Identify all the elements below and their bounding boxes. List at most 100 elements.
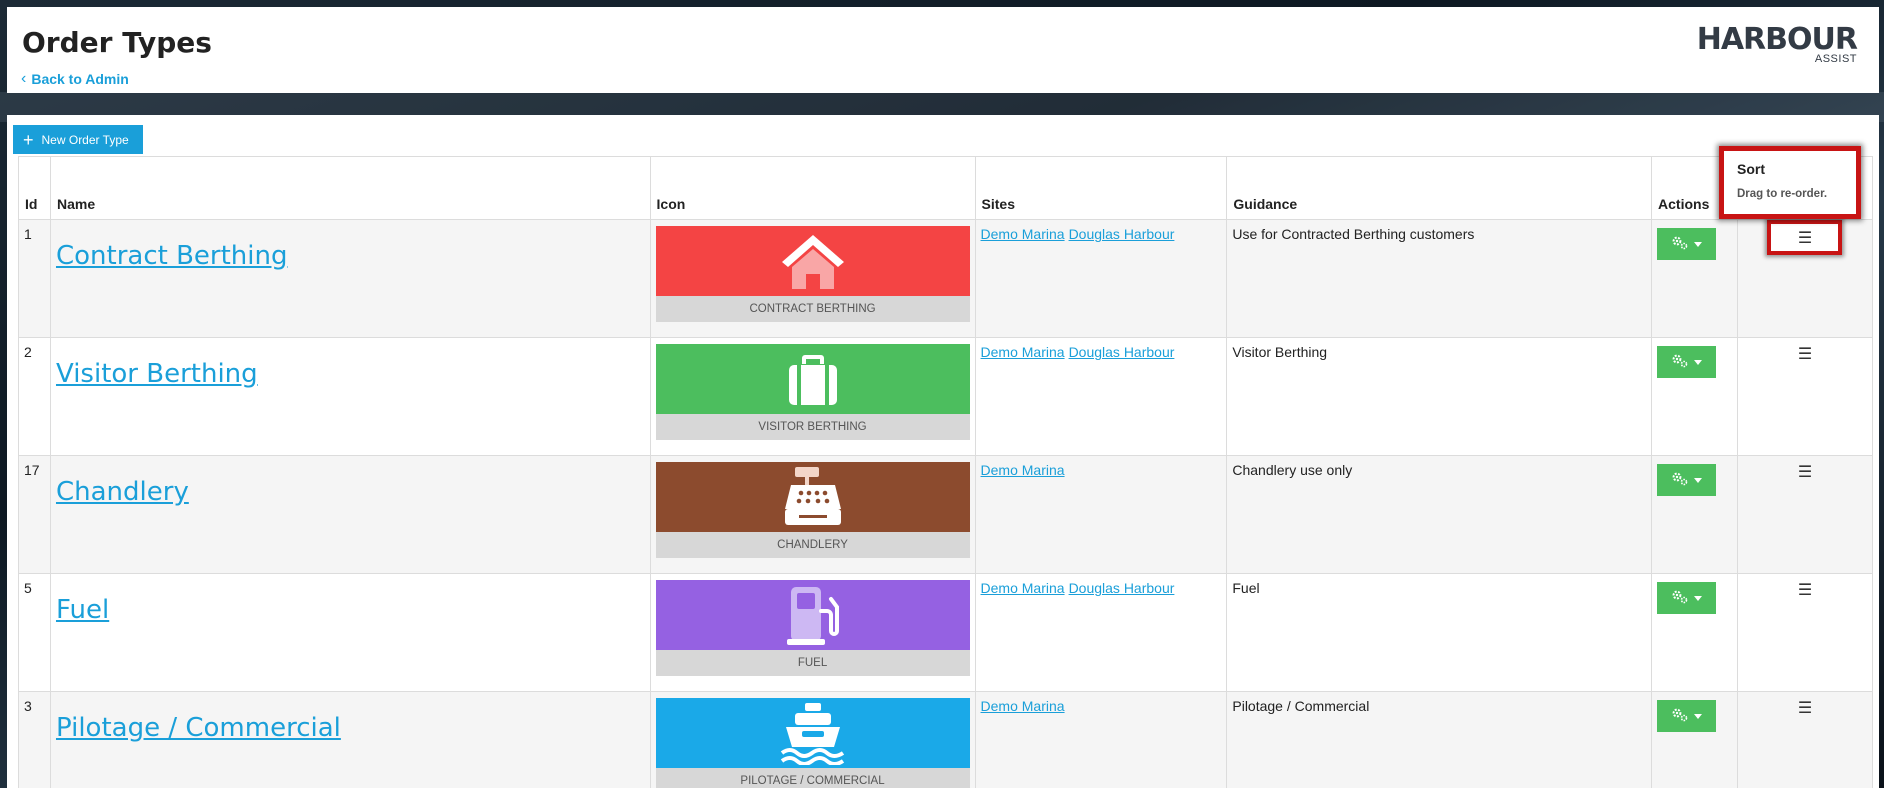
- column-header-sites[interactable]: Sites: [974, 156, 1228, 220]
- order-type-name-link[interactable]: Contract Berthing: [56, 241, 645, 271]
- back-to-admin-link[interactable]: ‹ Back to Admin: [21, 70, 129, 88]
- actions-dropdown-button[interactable]: [1657, 228, 1717, 260]
- cell-icon: CHANDLERY: [649, 455, 976, 574]
- gears-icon: [1671, 472, 1689, 489]
- cell-sites: Demo Marina: [974, 691, 1228, 788]
- cell-actions: [1651, 337, 1738, 456]
- actions-dropdown-button[interactable]: [1657, 346, 1717, 378]
- table-row[interactable]: 2 Visitor Berthing VISITOR BERTHING Demo…: [18, 337, 1874, 456]
- guidance-text: Use for Contracted Berthing customers: [1232, 226, 1475, 242]
- cell-id: 1: [18, 219, 51, 338]
- gears-icon: [1671, 236, 1689, 253]
- suitcase-icon: [655, 344, 970, 414]
- drag-handle-icon[interactable]: ☰: [1743, 344, 1867, 364]
- order-type-name-link[interactable]: Chandlery: [56, 477, 645, 507]
- site-link[interactable]: Douglas Harbour: [1069, 580, 1175, 596]
- actions-dropdown-button[interactable]: [1657, 582, 1717, 614]
- site-link[interactable]: Demo Marina: [981, 344, 1065, 360]
- order-type-icon-tile: CHANDLERY: [655, 462, 970, 558]
- logo-main-text: HARBOUR: [1696, 22, 1858, 57]
- cell-id: 3: [18, 691, 51, 788]
- drag-handle-icon[interactable]: ☰: [1767, 220, 1843, 255]
- order-type-name-link[interactable]: Visitor Berthing: [56, 359, 645, 389]
- order-type-name-link[interactable]: Pilotage / Commercial: [56, 713, 645, 743]
- gears-icon: [1671, 354, 1689, 371]
- icon-caption: PILOTAGE / COMMERCIAL: [655, 768, 970, 788]
- cell-actions: [1651, 691, 1738, 788]
- table-row[interactable]: 1 Contract Berthing CONTRACT BERTHING De…: [18, 219, 1874, 338]
- cell-actions: [1651, 219, 1738, 338]
- cell-actions: [1651, 573, 1738, 692]
- cell-sites: Demo Marina Douglas Harbour: [974, 573, 1228, 692]
- cell-id: 17: [18, 455, 51, 574]
- table-row[interactable]: 3 Pilotage / Commercial PILOTAGE / COMME…: [18, 691, 1874, 788]
- site-link[interactable]: Demo Marina: [981, 698, 1065, 714]
- order-types-table: Id Name Icon Sites Guidance Actions 1 Co…: [18, 156, 1874, 788]
- cell-sites: Demo Marina: [974, 455, 1228, 574]
- sort-column-header-highlight: Sort Drag to re-order.: [1719, 146, 1861, 219]
- order-type-icon-tile: PILOTAGE / COMMERCIAL: [655, 698, 970, 788]
- site-link[interactable]: Demo Marina: [981, 580, 1065, 596]
- guidance-text: Chandlery use only: [1232, 462, 1353, 478]
- drag-handle-icon[interactable]: ☰: [1743, 462, 1867, 482]
- site-link[interactable]: Douglas Harbour: [1069, 344, 1175, 360]
- cash-register-icon: [655, 462, 970, 532]
- gears-icon: [1671, 708, 1689, 725]
- order-type-name-link[interactable]: Fuel: [56, 595, 645, 625]
- guidance-text: Visitor Berthing: [1232, 344, 1328, 360]
- cell-id: 2: [18, 337, 51, 456]
- icon-caption: CONTRACT BERTHING: [655, 296, 970, 322]
- page-header: Order Types ‹ Back to Admin HARBOUR ASSI…: [7, 7, 1879, 93]
- sort-header-title: Sort: [1737, 161, 1765, 177]
- cell-sort: ☰: [1736, 691, 1874, 788]
- cell-actions: [1651, 455, 1738, 574]
- guidance-text: Pilotage / Commercial: [1232, 698, 1370, 714]
- actions-dropdown-button[interactable]: [1657, 464, 1717, 496]
- cell-sort: ☰: [1736, 337, 1874, 456]
- column-header-guidance[interactable]: Guidance: [1226, 156, 1653, 220]
- drag-handle-icon[interactable]: ☰: [1743, 580, 1867, 600]
- cell-guidance: Fuel: [1226, 573, 1653, 692]
- new-order-type-label: New Order Type: [41, 132, 129, 147]
- cell-name: Fuel: [49, 573, 651, 692]
- cell-icon: PILOTAGE / COMMERCIAL: [649, 691, 976, 788]
- cell-name: Pilotage / Commercial: [49, 691, 651, 788]
- plus-icon: +: [23, 129, 34, 150]
- sort-header-hint: Drag to re-order.: [1737, 188, 1828, 200]
- fuel-pump-icon: [655, 580, 970, 650]
- cell-sites: Demo Marina Douglas Harbour: [974, 219, 1228, 338]
- column-header-icon[interactable]: Icon: [649, 156, 976, 220]
- cell-name: Contract Berthing: [49, 219, 651, 338]
- main-content: + New Order Type Id Name Icon Sites Guid…: [7, 115, 1879, 788]
- ship-icon: [655, 698, 970, 768]
- column-header-name[interactable]: Name: [49, 156, 651, 220]
- caret-down-icon: [1694, 595, 1703, 601]
- site-link[interactable]: Demo Marina: [981, 226, 1065, 242]
- actions-dropdown-button[interactable]: [1657, 700, 1717, 732]
- chevron-left-icon: ‹: [21, 70, 27, 87]
- icon-caption: CHANDLERY: [655, 532, 970, 558]
- new-order-type-button[interactable]: + New Order Type: [13, 125, 143, 154]
- site-link[interactable]: Douglas Harbour: [1069, 226, 1175, 242]
- order-type-icon-tile: VISITOR BERTHING: [655, 344, 970, 440]
- column-header-id[interactable]: Id: [18, 156, 51, 220]
- site-link[interactable]: Demo Marina: [981, 462, 1065, 478]
- guidance-text: Fuel: [1232, 580, 1260, 596]
- table-row[interactable]: 17 Chandlery CHANDLERY Demo Marina Chand…: [18, 455, 1874, 574]
- icon-caption: VISITOR BERTHING: [655, 414, 970, 440]
- caret-down-icon: [1694, 713, 1703, 719]
- gears-icon: [1671, 590, 1689, 607]
- cell-icon: CONTRACT BERTHING: [649, 219, 976, 338]
- icon-caption: FUEL: [655, 650, 970, 676]
- cell-sort: ☰: [1736, 573, 1874, 692]
- table-row[interactable]: 5 Fuel FUEL Demo Marina Douglas Harbour F…: [18, 573, 1874, 692]
- page-title: Order Types: [22, 26, 212, 59]
- cell-sites: Demo Marina Douglas Harbour: [974, 337, 1228, 456]
- house-icon: [655, 226, 970, 296]
- back-link-label: Back to Admin: [31, 71, 129, 87]
- cell-id: 5: [18, 573, 51, 692]
- drag-handle-icon[interactable]: ☰: [1743, 698, 1867, 718]
- cell-icon: FUEL: [649, 573, 976, 692]
- cell-icon: VISITOR BERTHING: [649, 337, 976, 456]
- cell-guidance: Visitor Berthing: [1226, 337, 1653, 456]
